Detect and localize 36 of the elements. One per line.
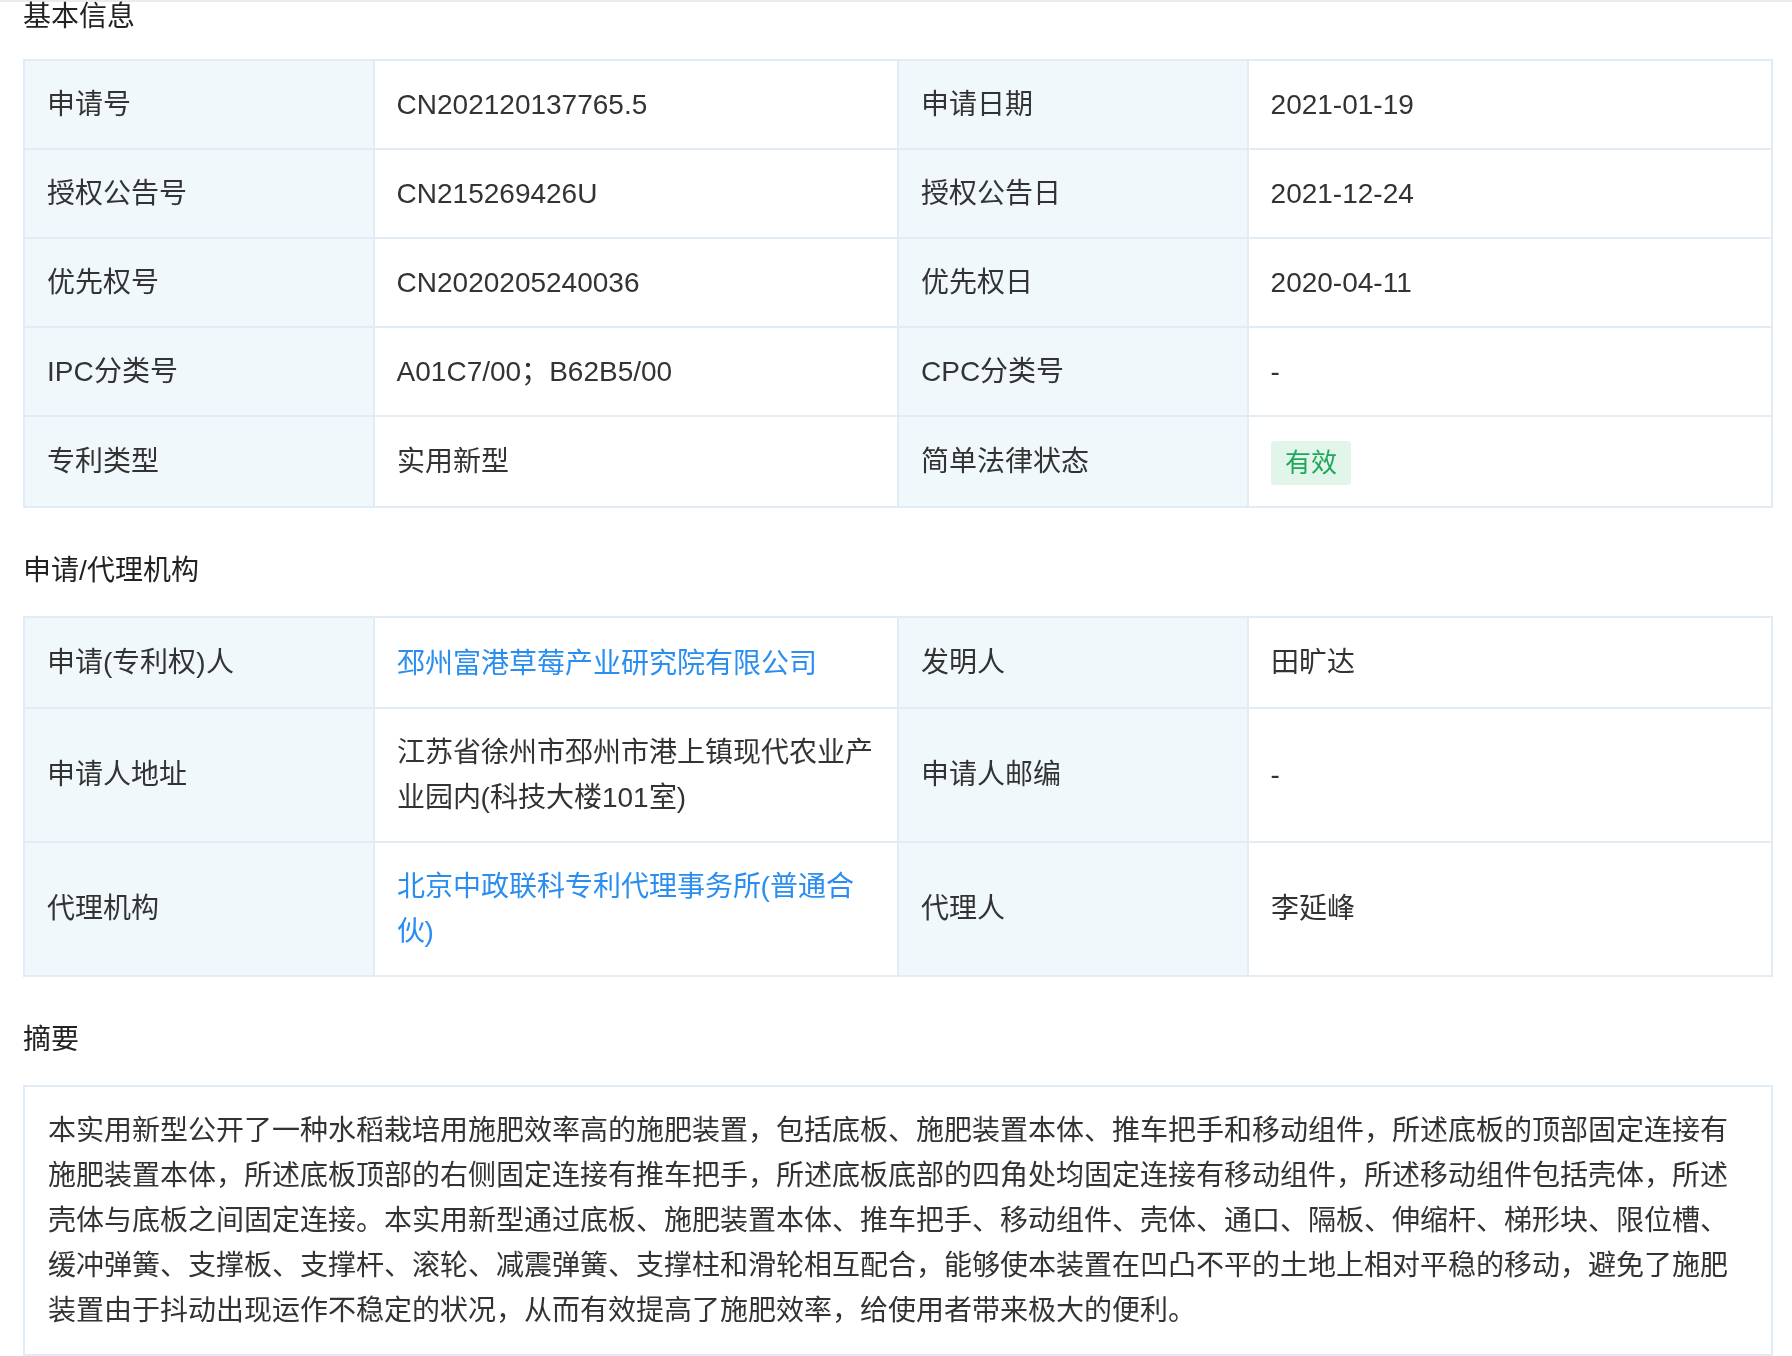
- field-label: 简单法律状态: [898, 416, 1248, 507]
- field-value: 实用新型: [373, 416, 898, 507]
- field-value: A01C7/00；B62B5/00: [373, 327, 898, 416]
- field-label: 授权公告日: [898, 149, 1248, 238]
- field-label: 代理机构: [24, 841, 374, 976]
- field-label: 发明人: [898, 616, 1248, 708]
- field-value: CN2020205240036: [373, 238, 898, 327]
- field-link[interactable]: 邳州富港草莓产业研究院有限公司: [396, 640, 817, 686]
- field-label: 优先权号: [24, 238, 374, 327]
- field-label: 申请日期: [898, 60, 1248, 149]
- field-value: 李延峰: [1247, 841, 1772, 976]
- field-value: 2021-12-24: [1247, 149, 1772, 238]
- field-value: 江苏省徐州市邳州市港上镇现代农业产业园内(科技大楼101室): [373, 707, 898, 842]
- section-heading: 摘要: [23, 1022, 79, 1057]
- field-label: 申请人地址: [24, 707, 374, 842]
- field-label: CPC分类号: [898, 327, 1248, 416]
- field-label: 代理人: [898, 841, 1248, 976]
- field-value: CN215269426U: [373, 149, 898, 238]
- field-label: 申请号: [24, 60, 374, 149]
- field-label: 授权公告号: [24, 149, 374, 238]
- section-heading: 申请/代理机构: [23, 553, 199, 588]
- field-value: CN202120137765.5: [373, 60, 898, 149]
- field-label: 申请(专利权)人: [24, 616, 374, 708]
- field-link[interactable]: 北京中政联科专利代理事务所(普通合伙): [396, 863, 875, 954]
- abstract-text: 本实用新型公开了一种水稻栽培用施肥效率高的施肥装置，包括底板、施肥装置本体、推车把手和移动组件，所述底板的顶部固定连接有施肥装置本体，所述底板顶部的右侧固定连接有推车把手，所述底板底部的四角处均固定连接有移动组件，所述移动组件包括壳体，所述壳体与底板之间固定连接。本实用新型通过底板、施肥装置本体、推车把手、移动组件、壳体、通口、隔板、伸缩杆、梯形块、限位槽、缓冲弹簧、支撑板、支撑杆、滚轮、减震弹簧、支撑柱和滑轮相互配合，能够使本装置在凹凸不平的土地上相对平稳的移动，避免了施肥装置由于抖动出现运作不稳定的状况，从而有效提高了施肥效率，给使用者带来极大的便利。: [48, 1113, 1729, 1328]
- field-label: 专利类型: [24, 416, 374, 507]
- field-label: IPC分类号: [24, 327, 374, 416]
- field-value: -: [1247, 707, 1772, 842]
- section-heading: 基本信息: [23, 2, 135, 32]
- field-value: 2020-04-11: [1247, 238, 1772, 327]
- field-label: 申请人邮编: [898, 707, 1248, 842]
- field-label: 优先权日: [898, 238, 1248, 327]
- field-value: 2021-01-19: [1247, 60, 1772, 149]
- status-tag: 有效: [1270, 440, 1351, 485]
- field-value: 田旷达: [1247, 616, 1772, 708]
- field-value: -: [1247, 327, 1772, 416]
